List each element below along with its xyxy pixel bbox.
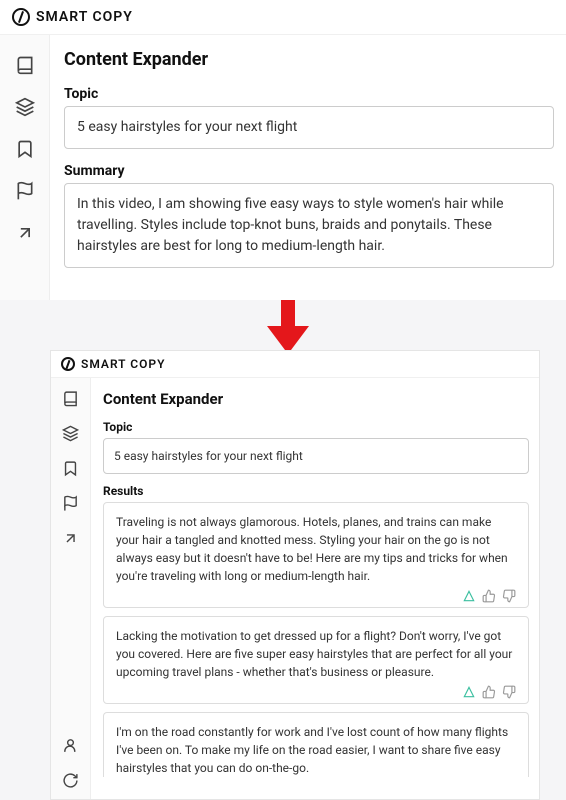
result-actions xyxy=(116,685,516,699)
thumbs-up-icon[interactable] xyxy=(482,685,496,699)
refresh-icon[interactable] xyxy=(62,772,79,789)
sidebar xyxy=(0,35,50,300)
book-icon[interactable] xyxy=(62,390,79,407)
results-list: Traveling is not always glamorous. Hotel… xyxy=(103,502,529,777)
triangle-icon[interactable] xyxy=(462,685,476,699)
topic-label: Topic xyxy=(64,86,554,102)
page-title: Content Expander xyxy=(103,390,529,408)
topic-input[interactable]: 5 easy hairstyles for your next flight xyxy=(103,438,529,474)
page-title: Content Expander xyxy=(64,49,554,70)
thumbs-up-icon[interactable] xyxy=(482,589,496,603)
share-icon[interactable] xyxy=(62,530,79,547)
app-name: SMART COPY xyxy=(36,9,133,25)
topic-input[interactable]: 5 easy hairstyles for your next flight xyxy=(64,106,554,149)
thumbs-down-icon[interactable] xyxy=(502,685,516,699)
layers-icon[interactable] xyxy=(62,425,79,442)
result-actions xyxy=(116,589,516,603)
result-text: Traveling is not always glamorous. Hotel… xyxy=(116,513,516,585)
main-content: Content Expander Topic 5 easy hairstyles… xyxy=(50,35,566,300)
app-logo: SMART COPY xyxy=(12,8,133,26)
app-logo: SMART COPY xyxy=(61,357,165,371)
result-card: Traveling is not always glamorous. Hotel… xyxy=(103,502,529,608)
app-header: SMART COPY xyxy=(0,0,566,35)
result-text: Lacking the motivation to get dressed up… xyxy=(116,627,516,681)
summary-label: Summary xyxy=(64,163,554,179)
user-icon[interactable] xyxy=(62,737,79,754)
layers-icon[interactable] xyxy=(15,97,35,117)
thumbs-down-icon[interactable] xyxy=(502,589,516,603)
result-text: I'm on the road constantly for work and … xyxy=(116,723,516,777)
logo-icon xyxy=(61,357,75,371)
topic-label: Topic xyxy=(103,420,529,434)
flag-icon[interactable] xyxy=(15,181,35,201)
result-card: I'm on the road constantly for work and … xyxy=(103,712,529,777)
app-header: SMART COPY xyxy=(51,351,539,378)
logo-icon xyxy=(12,8,30,26)
summary-input[interactable]: In this video, I am showing five easy wa… xyxy=(64,183,554,268)
triangle-icon[interactable] xyxy=(462,589,476,603)
app-panel-before: SMART COPY Content Expander Topic xyxy=(0,0,566,300)
main-content: Content Expander Topic 5 easy hairstyles… xyxy=(91,378,539,799)
app-panel-after: SMART COPY xyxy=(50,350,540,800)
flag-icon[interactable] xyxy=(62,495,79,512)
red-arrow-icon xyxy=(265,298,311,356)
book-icon[interactable] xyxy=(15,55,35,75)
share-icon[interactable] xyxy=(15,223,35,243)
app-name: SMART COPY xyxy=(81,357,165,371)
results-label: Results xyxy=(103,484,529,498)
bookmark-icon[interactable] xyxy=(15,139,35,159)
bookmark-icon[interactable] xyxy=(62,460,79,477)
sidebar xyxy=(51,378,91,799)
result-card: Lacking the motivation to get dressed up… xyxy=(103,616,529,704)
